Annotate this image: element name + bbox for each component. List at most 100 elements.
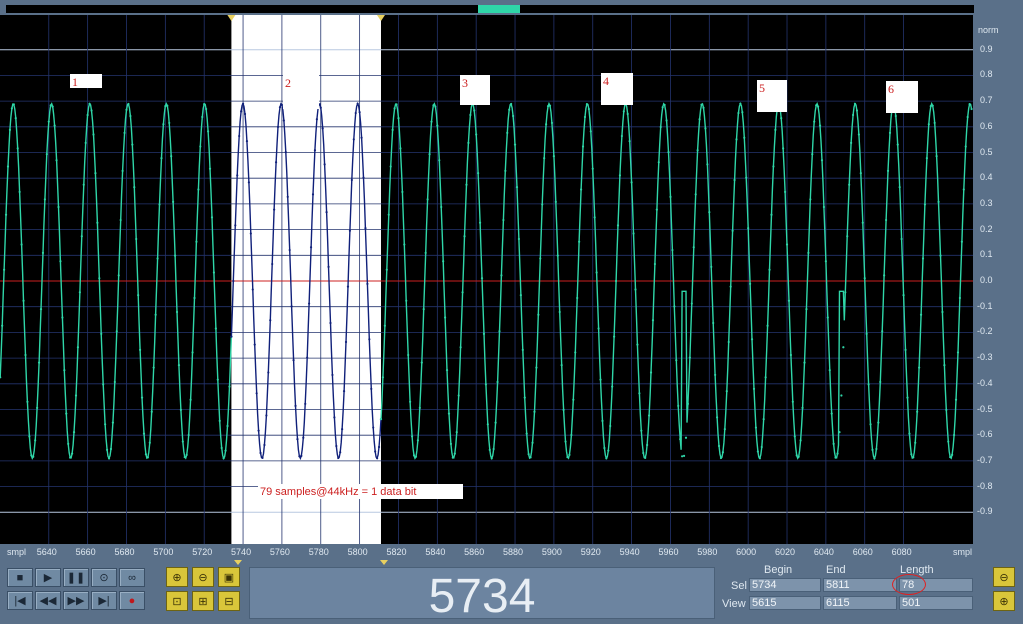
sample-point [172, 200, 175, 203]
sample-point [626, 112, 629, 116]
sample-point [344, 340, 348, 344]
vertical-zoom-in-button[interactable]: ⊕ [993, 591, 1015, 611]
sel-begin-field[interactable]: 5734 [749, 578, 821, 592]
sample-point [457, 394, 460, 397]
zoom-fit-button[interactable]: ▣ [218, 567, 240, 587]
sample-point [430, 120, 433, 123]
sample-point [647, 414, 651, 417]
sample-point [581, 145, 585, 148]
x-tick-label: 5720 [192, 547, 213, 557]
sample-point [218, 419, 221, 422]
zoom-fit-icon: ▣ [223, 571, 235, 584]
view-length-field[interactable]: 501 [899, 596, 973, 610]
sample-point [426, 198, 429, 201]
zoom-full-button[interactable]: ⊞ [192, 591, 214, 611]
sample-point [875, 447, 878, 451]
sample-point [34, 439, 37, 442]
sample-point [523, 396, 526, 399]
sample-point [488, 448, 491, 451]
sample-point [937, 200, 940, 203]
sample-point [123, 131, 126, 134]
sample-point [898, 185, 901, 189]
zoom-in-button[interactable]: ⊕ [166, 567, 188, 587]
sample-point [696, 149, 699, 152]
sample-point [325, 211, 328, 214]
control-panel: ■ ▶ ❚❚ ⊙ ∞ |◀ ◀◀ ▶▶ ▶| ● ⊕ ⊖ ▣ ⊡ ⊞ ⊟ 573… [0, 560, 1023, 623]
sample-point [240, 110, 243, 113]
sample-point [700, 103, 703, 106]
sample-point [636, 343, 639, 346]
sample-point [605, 457, 608, 460]
sample-point [185, 453, 188, 456]
skip-end-button[interactable]: ▶| [91, 591, 117, 610]
sample-point [496, 380, 499, 384]
sample-point [150, 410, 153, 413]
rewind-button[interactable]: ◀◀ [35, 591, 61, 610]
zoom-out-button[interactable]: ⊖ [192, 567, 214, 587]
sample-point [760, 445, 763, 449]
sel-end-field[interactable]: 5811 [823, 578, 897, 592]
sample-point [653, 262, 657, 266]
skip-start-button[interactable]: |◀ [7, 591, 33, 610]
sample-point [853, 102, 857, 105]
sample-point [278, 106, 282, 109]
sample-point [416, 439, 419, 442]
sample-point [286, 195, 289, 198]
sample-point [630, 181, 633, 184]
loop-button[interactable]: ∞ [119, 568, 145, 587]
horizontal-scrollbar[interactable] [6, 5, 974, 13]
sample-point [368, 338, 371, 341]
sample-point [591, 167, 594, 170]
sample-point [543, 157, 546, 160]
sample-point [830, 412, 833, 415]
x-tick-label: 6020 [775, 547, 796, 557]
sample-point [12, 103, 15, 106]
sample-point [199, 145, 202, 148]
sample-point [710, 265, 713, 268]
sample-point [475, 133, 478, 136]
sample-point [445, 368, 449, 372]
sample-point [4, 213, 8, 216]
sample-point [8, 128, 12, 131]
stop-button[interactable]: ■ [7, 568, 33, 587]
sample-point [929, 105, 932, 108]
scrollbar-thumb[interactable] [478, 5, 520, 13]
sample-point [840, 394, 843, 397]
sample-point [859, 172, 862, 175]
sample-point [133, 185, 136, 189]
sample-point [236, 174, 239, 177]
fast-forward-button[interactable]: ▶▶ [63, 591, 89, 610]
sample-point [284, 151, 287, 154]
record-button[interactable]: ● [119, 591, 145, 610]
zoom-reset-button[interactable]: ⊟ [218, 591, 240, 611]
sample-point [750, 338, 754, 341]
sample-point [576, 296, 579, 300]
view-end-field[interactable]: 6115 [823, 596, 897, 610]
play-selection-button[interactable]: ⊙ [91, 568, 117, 587]
sample-point [640, 429, 643, 432]
sample-point [294, 404, 297, 407]
view-begin-field[interactable]: 5615 [749, 596, 821, 610]
waveform-view[interactable]: 1 2 3 4 5 6 79 samples@44kHz = 1 data bit [0, 15, 974, 545]
selection-end-marker[interactable] [380, 560, 388, 565]
sample-point [733, 178, 736, 182]
sample-point [461, 291, 464, 294]
sample-point [203, 103, 206, 106]
pause-button[interactable]: ❚❚ [63, 568, 89, 587]
sample-point [914, 441, 917, 444]
play-button[interactable]: ▶ [35, 568, 61, 587]
sample-point [302, 436, 305, 439]
sample-point [731, 229, 734, 232]
sample-point [82, 183, 85, 186]
sample-point [331, 373, 334, 377]
zoom-selection-button[interactable]: ⊡ [166, 591, 188, 611]
sample-point [179, 408, 182, 411]
sample-point [836, 452, 839, 455]
sample-point [515, 185, 519, 189]
selection-start-marker[interactable] [234, 560, 242, 565]
vertical-zoom-out-button[interactable]: ⊖ [993, 567, 1015, 587]
sample-point [282, 119, 285, 122]
sample-point [224, 449, 227, 452]
sample-point [210, 216, 214, 219]
sample-point [770, 213, 773, 216]
